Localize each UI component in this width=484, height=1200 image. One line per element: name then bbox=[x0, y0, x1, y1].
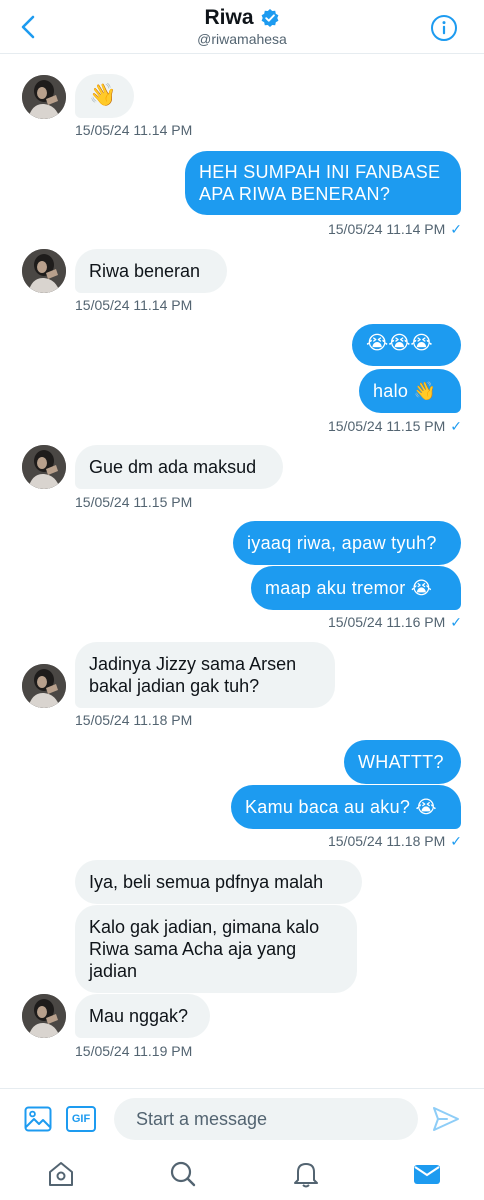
message-text: 👋 bbox=[89, 82, 117, 107]
message-text-line: Kalo gak jadian, gimana kalo bbox=[89, 917, 320, 937]
conversation-handle: @riwamahesa bbox=[197, 31, 287, 47]
message-bubble-incoming[interactable]: Iya, beli semua pdfnya malah bbox=[75, 860, 362, 904]
message-bubble-outgoing[interactable]: iyaaq riwa, apaw tyuh? bbox=[233, 521, 461, 565]
message-timestamp: 15/05/24 11.16 PM ✓ bbox=[327, 614, 462, 630]
profile-photo bbox=[22, 994, 66, 1038]
sent-check-icon: ✓ bbox=[450, 614, 462, 630]
conversation-title-block[interactable]: Riwa @riwamahesa bbox=[0, 6, 484, 47]
message-text: 😭😭😭 bbox=[366, 333, 433, 354]
message-text: iyaaq riwa, apaw tyuh? bbox=[247, 533, 437, 553]
info-icon[interactable] bbox=[430, 14, 458, 42]
profile-photo bbox=[22, 249, 66, 293]
message-timestamp: 15/05/24 11.14 PM bbox=[75, 122, 193, 138]
sent-check-icon: ✓ bbox=[450, 418, 462, 434]
message-text: Gue dm ada maksud bbox=[89, 457, 257, 477]
avatar[interactable] bbox=[22, 445, 66, 489]
message-text-line: APA RIWA BENERAN? bbox=[199, 184, 391, 204]
message-composer: GIF bbox=[0, 1088, 484, 1148]
message-bubble-outgoing[interactable]: HEH SUMPAH INI FANBASE APA RIWA BENERAN? bbox=[185, 151, 461, 215]
avatar[interactable] bbox=[22, 994, 66, 1038]
message-timestamp: 15/05/24 11.15 PM bbox=[75, 494, 193, 510]
message-bubble-outgoing[interactable]: halo 👋 bbox=[359, 369, 461, 413]
message-text: Iya, beli semua pdfnya malah bbox=[89, 872, 324, 892]
message-text: halo 👋 bbox=[373, 381, 437, 401]
sent-check-icon: ✓ bbox=[450, 221, 462, 237]
search-icon[interactable] bbox=[169, 1160, 197, 1188]
message-text: Kamu baca au aku? 😭 bbox=[245, 797, 437, 817]
message-timestamp: 15/05/24 11.15 PM ✓ bbox=[327, 418, 462, 434]
message-text: Mau nggak? bbox=[89, 1006, 189, 1026]
message-text-line: HEH SUMPAH INI FANBASE bbox=[199, 162, 441, 182]
message-bubble-incoming[interactable]: Riwa beneran bbox=[75, 249, 227, 293]
gif-button[interactable]: GIF bbox=[66, 1106, 96, 1132]
mail-icon[interactable] bbox=[413, 1160, 441, 1188]
profile-photo bbox=[22, 664, 66, 708]
message-bubble-outgoing[interactable]: 😭😭😭 bbox=[352, 324, 461, 366]
message-text-line: jadian bbox=[89, 961, 138, 981]
send-icon[interactable] bbox=[432, 1106, 460, 1132]
profile-photo bbox=[22, 75, 66, 119]
home-icon[interactable] bbox=[47, 1160, 75, 1188]
conversation-name: Riwa bbox=[204, 6, 254, 29]
message-bubble-incoming[interactable]: Mau nggak? bbox=[75, 994, 210, 1038]
message-bubble-incoming[interactable]: 👋 bbox=[75, 74, 134, 118]
message-bubble-outgoing[interactable]: maap aku tremor 😭 bbox=[251, 566, 461, 610]
avatar[interactable] bbox=[22, 75, 66, 119]
message-bubble-outgoing[interactable]: Kamu baca au aku? 😭 bbox=[231, 785, 461, 829]
message-timestamp: 15/05/24 11.18 PM bbox=[75, 712, 193, 728]
message-text-line: Jadinya Jizzy sama Arsen bbox=[89, 654, 297, 674]
message-timestamp: 15/05/24 11.18 PM ✓ bbox=[327, 833, 462, 849]
message-timestamp: 15/05/24 11.19 PM bbox=[75, 1043, 193, 1059]
message-bubble-outgoing[interactable]: WHATTT? bbox=[344, 740, 461, 784]
message-bubble-incoming[interactable]: Jadinya Jizzy sama Arsen bakal jadian ga… bbox=[75, 642, 335, 708]
message-bubble-incoming[interactable]: Gue dm ada maksud bbox=[75, 445, 283, 489]
message-text: Riwa beneran bbox=[89, 261, 201, 281]
image-icon[interactable] bbox=[24, 1106, 52, 1132]
avatar[interactable] bbox=[22, 664, 66, 708]
profile-photo bbox=[22, 445, 66, 489]
message-text: maap aku tremor 😭 bbox=[265, 578, 433, 598]
gif-label: GIF bbox=[71, 1113, 91, 1125]
avatar[interactable] bbox=[22, 249, 66, 293]
sent-check-icon: ✓ bbox=[450, 833, 462, 849]
message-timestamp: 15/05/24 11.14 PM ✓ bbox=[327, 221, 462, 237]
message-text-line: Riwa sama Acha aja yang bbox=[89, 939, 297, 959]
message-text: WHATTT? bbox=[358, 752, 444, 772]
message-text-line: bakal jadian gak tuh? bbox=[89, 676, 260, 696]
verified-badge-icon bbox=[261, 9, 278, 27]
bottom-tab-bar bbox=[0, 1148, 484, 1200]
message-bubble-incoming[interactable]: Kalo gak jadian, gimana kalo Riwa sama A… bbox=[75, 905, 357, 993]
message-timestamp: 15/05/24 11.14 PM bbox=[75, 297, 193, 313]
conversation-header: Riwa @riwamahesa bbox=[0, 0, 484, 54]
message-input[interactable] bbox=[114, 1098, 418, 1140]
bell-icon[interactable] bbox=[292, 1160, 320, 1188]
